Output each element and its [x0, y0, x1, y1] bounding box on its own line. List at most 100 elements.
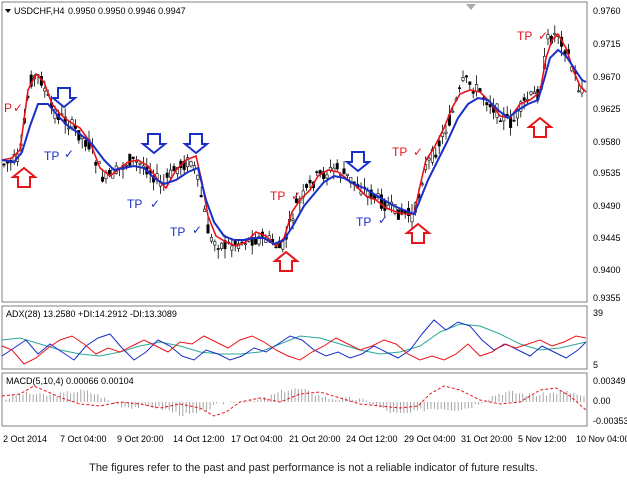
price-tick: 0.9400: [593, 265, 621, 275]
candle-body: [396, 209, 400, 220]
time-tick: 10 Nov 04:00: [576, 434, 627, 444]
tp-marker: TP: [270, 189, 285, 203]
time-tick: 31 Oct 20:00: [461, 434, 513, 444]
time-tick: 24 Oct 12:00: [346, 434, 398, 444]
candle-body: [203, 208, 207, 212]
time-tick: 29 Oct 04:00: [404, 434, 456, 444]
time-tick: 9 Oct 20:00: [117, 434, 164, 444]
candle-body: [216, 248, 220, 250]
candle-body: [342, 168, 346, 175]
macd-tick: 0.00: [593, 396, 611, 406]
candle-body: [213, 241, 217, 246]
candle-body: [444, 131, 448, 134]
candle-body: [345, 173, 349, 176]
price-tick: 0.9535: [593, 168, 621, 178]
candle-body: [437, 140, 441, 147]
candle-body: [138, 163, 142, 166]
tp-check-icon: ✓: [538, 29, 548, 43]
candle-body: [308, 179, 312, 184]
price-tick: 0.9580: [593, 137, 621, 147]
tp-check-icon: ✓: [150, 197, 160, 211]
candle-body: [512, 119, 516, 122]
tp-marker: TP: [44, 149, 59, 163]
tp-marker: TP: [127, 197, 142, 211]
candle-body: [427, 157, 431, 161]
candle-body: [5, 161, 9, 164]
tp-check-icon: ✓: [64, 147, 74, 161]
macd-tick: 0.00349: [593, 376, 626, 386]
price-tick: 0.9715: [593, 39, 621, 49]
price-tick: 0.9670: [593, 72, 621, 82]
candle-body: [94, 162, 98, 166]
adx-tick: 5: [593, 360, 598, 370]
candle-body: [131, 156, 135, 159]
candle-body: [189, 161, 193, 167]
candle-body: [468, 81, 472, 85]
candle-body: [196, 174, 200, 180]
price-tick: 0.9490: [593, 201, 621, 211]
candle-body: [434, 154, 438, 158]
candle-body: [461, 77, 465, 81]
tp-marker: TP: [170, 225, 185, 239]
candle-body: [305, 184, 309, 188]
candle-body: [107, 169, 111, 175]
candle-body: [522, 97, 526, 101]
candle-body: [172, 166, 176, 172]
candle-body: [464, 75, 468, 78]
candle-body: [451, 110, 455, 113]
candle-body: [2, 163, 6, 166]
price-tick: 0.9355: [593, 293, 621, 303]
time-tick: 5 Nov 12:00: [518, 434, 567, 444]
candle-body: [230, 245, 234, 251]
tp-marker: TP: [392, 145, 407, 159]
tp-marker: TP: [517, 29, 532, 43]
adx-tick: 39: [593, 308, 603, 318]
candle-body: [124, 164, 128, 167]
trading-chart[interactable]: USDCHF,H4 0.9950 0.9950 0.9946 0.9947 0.…: [0, 0, 627, 450]
chart-symbol-title: USDCHF,H4: [14, 6, 65, 16]
candle-body: [577, 90, 581, 93]
candle-body: [458, 87, 462, 89]
candle-body: [220, 242, 224, 249]
candle-body: [471, 91, 475, 94]
chart-ohlc-values: 0.9950 0.9950 0.9946 0.9947: [68, 6, 186, 16]
candle-body: [169, 169, 173, 178]
tp-check-icon: ✓: [378, 213, 388, 227]
time-tick: 14 Oct 12:00: [173, 434, 225, 444]
candle-body: [318, 170, 322, 174]
time-tick: 17 Oct 04:00: [231, 434, 283, 444]
adx-label: ADX(28) 13.2580 +DI:14.2912 -DI:13.3089: [6, 309, 177, 319]
candle-body: [498, 120, 502, 123]
time-tick: 2 Oct 2014: [3, 434, 47, 444]
risk-disclaimer: The figures refer to the past and past p…: [89, 462, 538, 474]
candle-body: [529, 91, 533, 95]
time-tick: 7 Oct 04:00: [60, 434, 107, 444]
time-tick: 21 Oct 20:00: [289, 434, 341, 444]
candle-body: [485, 102, 489, 106]
candle-body: [254, 238, 258, 245]
price-tick: 0.9625: [593, 104, 621, 114]
candle-body: [199, 195, 203, 198]
candle-body: [135, 160, 139, 163]
candle-body: [532, 91, 536, 95]
candle-body: [101, 176, 105, 182]
macd-tick: -0.00353: [593, 416, 627, 426]
candle-body: [335, 163, 339, 170]
candle-body: [475, 84, 479, 92]
price-axis: 0.9760 0.9715 0.9670 0.9625 0.9580 0.953…: [593, 6, 621, 303]
main-price-panel[interactable]: [1, 1, 588, 303]
candle-body: [420, 183, 424, 186]
candle-body: [281, 241, 285, 250]
tp-check-icon: ✓: [413, 145, 423, 159]
candle-body: [209, 237, 213, 242]
candle-body: [315, 171, 319, 174]
tp-marker: TP: [356, 215, 371, 229]
candle-body: [206, 224, 210, 234]
tp-check-icon: ✓: [291, 189, 301, 203]
candle-body: [509, 117, 513, 128]
price-tick: 0.9445: [593, 233, 621, 243]
macd-label: MACD(5,10,4) 0.00066 0.00104: [6, 376, 134, 386]
candle-body: [243, 243, 247, 246]
tp-marker: P: [4, 101, 12, 115]
candle-body: [553, 33, 557, 35]
